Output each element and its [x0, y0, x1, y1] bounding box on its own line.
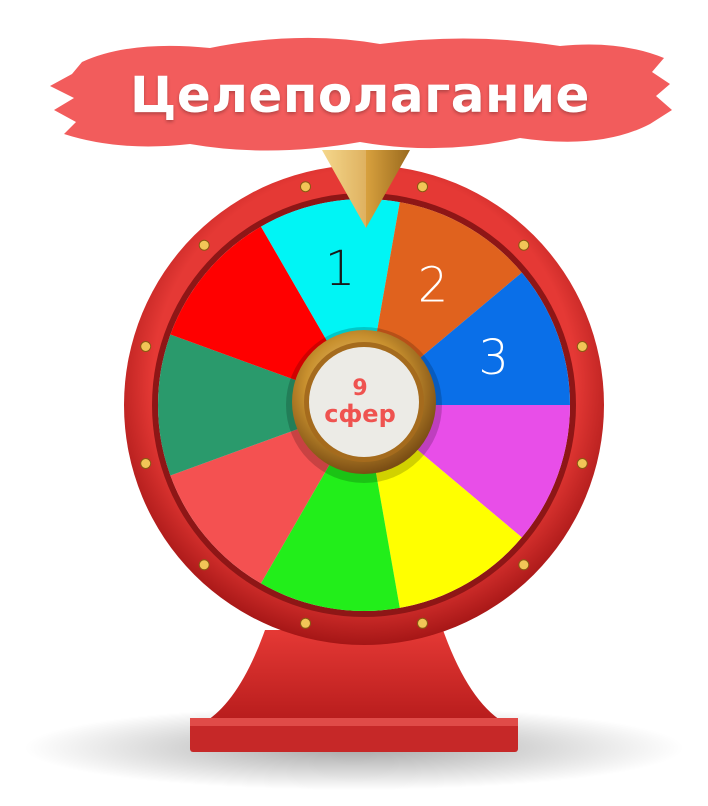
rim-stud [576, 341, 588, 352]
rim-stud [198, 559, 210, 571]
segment-label-2: 2 [418, 258, 449, 314]
rim-stud [198, 239, 210, 251]
rim-stud [417, 181, 428, 193]
rim-stud [300, 181, 311, 193]
hub-count: 9 [352, 375, 368, 401]
rim-stud [576, 458, 588, 469]
hub-label: 9 сфер [310, 362, 410, 442]
rim-stud [140, 341, 152, 352]
segment-label-1: 1 [325, 241, 356, 297]
rim-stud [417, 617, 428, 629]
rim-stud [518, 239, 530, 251]
rim-stud [518, 559, 530, 571]
wheel-stand [190, 630, 518, 752]
hub-word: сфер [324, 399, 396, 428]
page-title: Целеполагание [130, 66, 590, 124]
rim-stud [300, 617, 311, 629]
rim-stud [140, 458, 152, 469]
segment-label-3: 3 [478, 330, 509, 386]
